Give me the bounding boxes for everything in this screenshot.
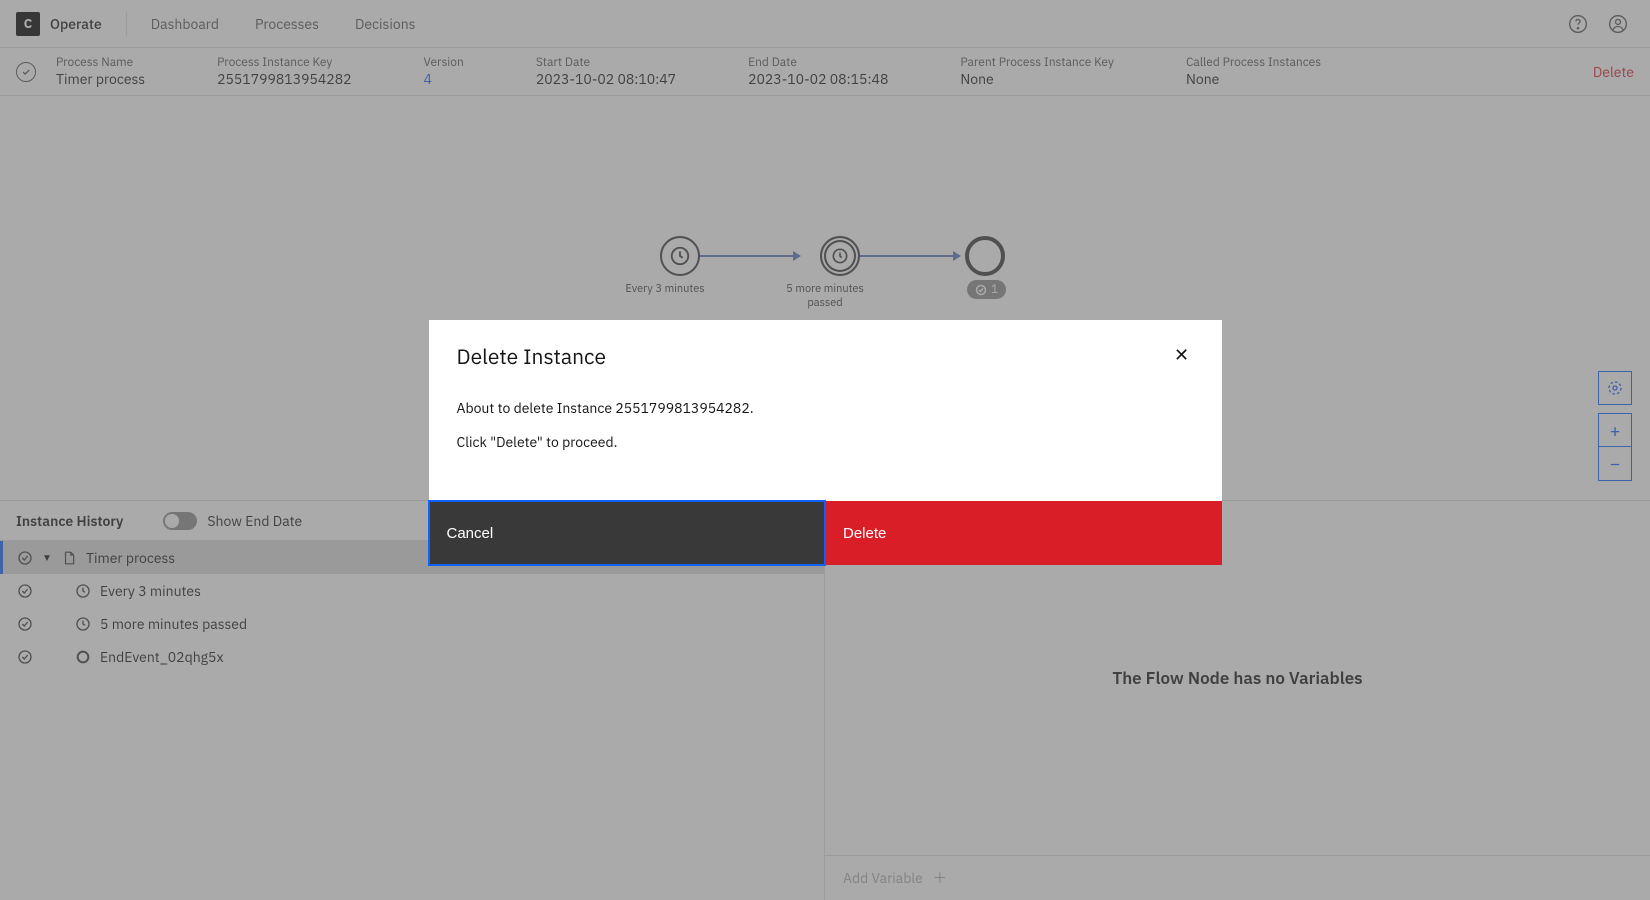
delete-button[interactable]: Delete xyxy=(825,501,1222,565)
close-icon[interactable]: ✕ xyxy=(1170,342,1194,366)
modal-title: Delete Instance xyxy=(457,342,1170,370)
modal-line-1: About to delete Instance 255179981395428… xyxy=(457,392,1194,426)
modal-overlay[interactable]: Delete Instance ✕ About to delete Instan… xyxy=(0,0,1650,900)
delete-instance-modal: Delete Instance ✕ About to delete Instan… xyxy=(429,320,1222,565)
modal-line-2: Click "Delete" to proceed. xyxy=(457,426,1194,460)
modal-body: About to delete Instance 255179981395428… xyxy=(429,370,1222,501)
cancel-button[interactable]: Cancel xyxy=(429,501,826,565)
